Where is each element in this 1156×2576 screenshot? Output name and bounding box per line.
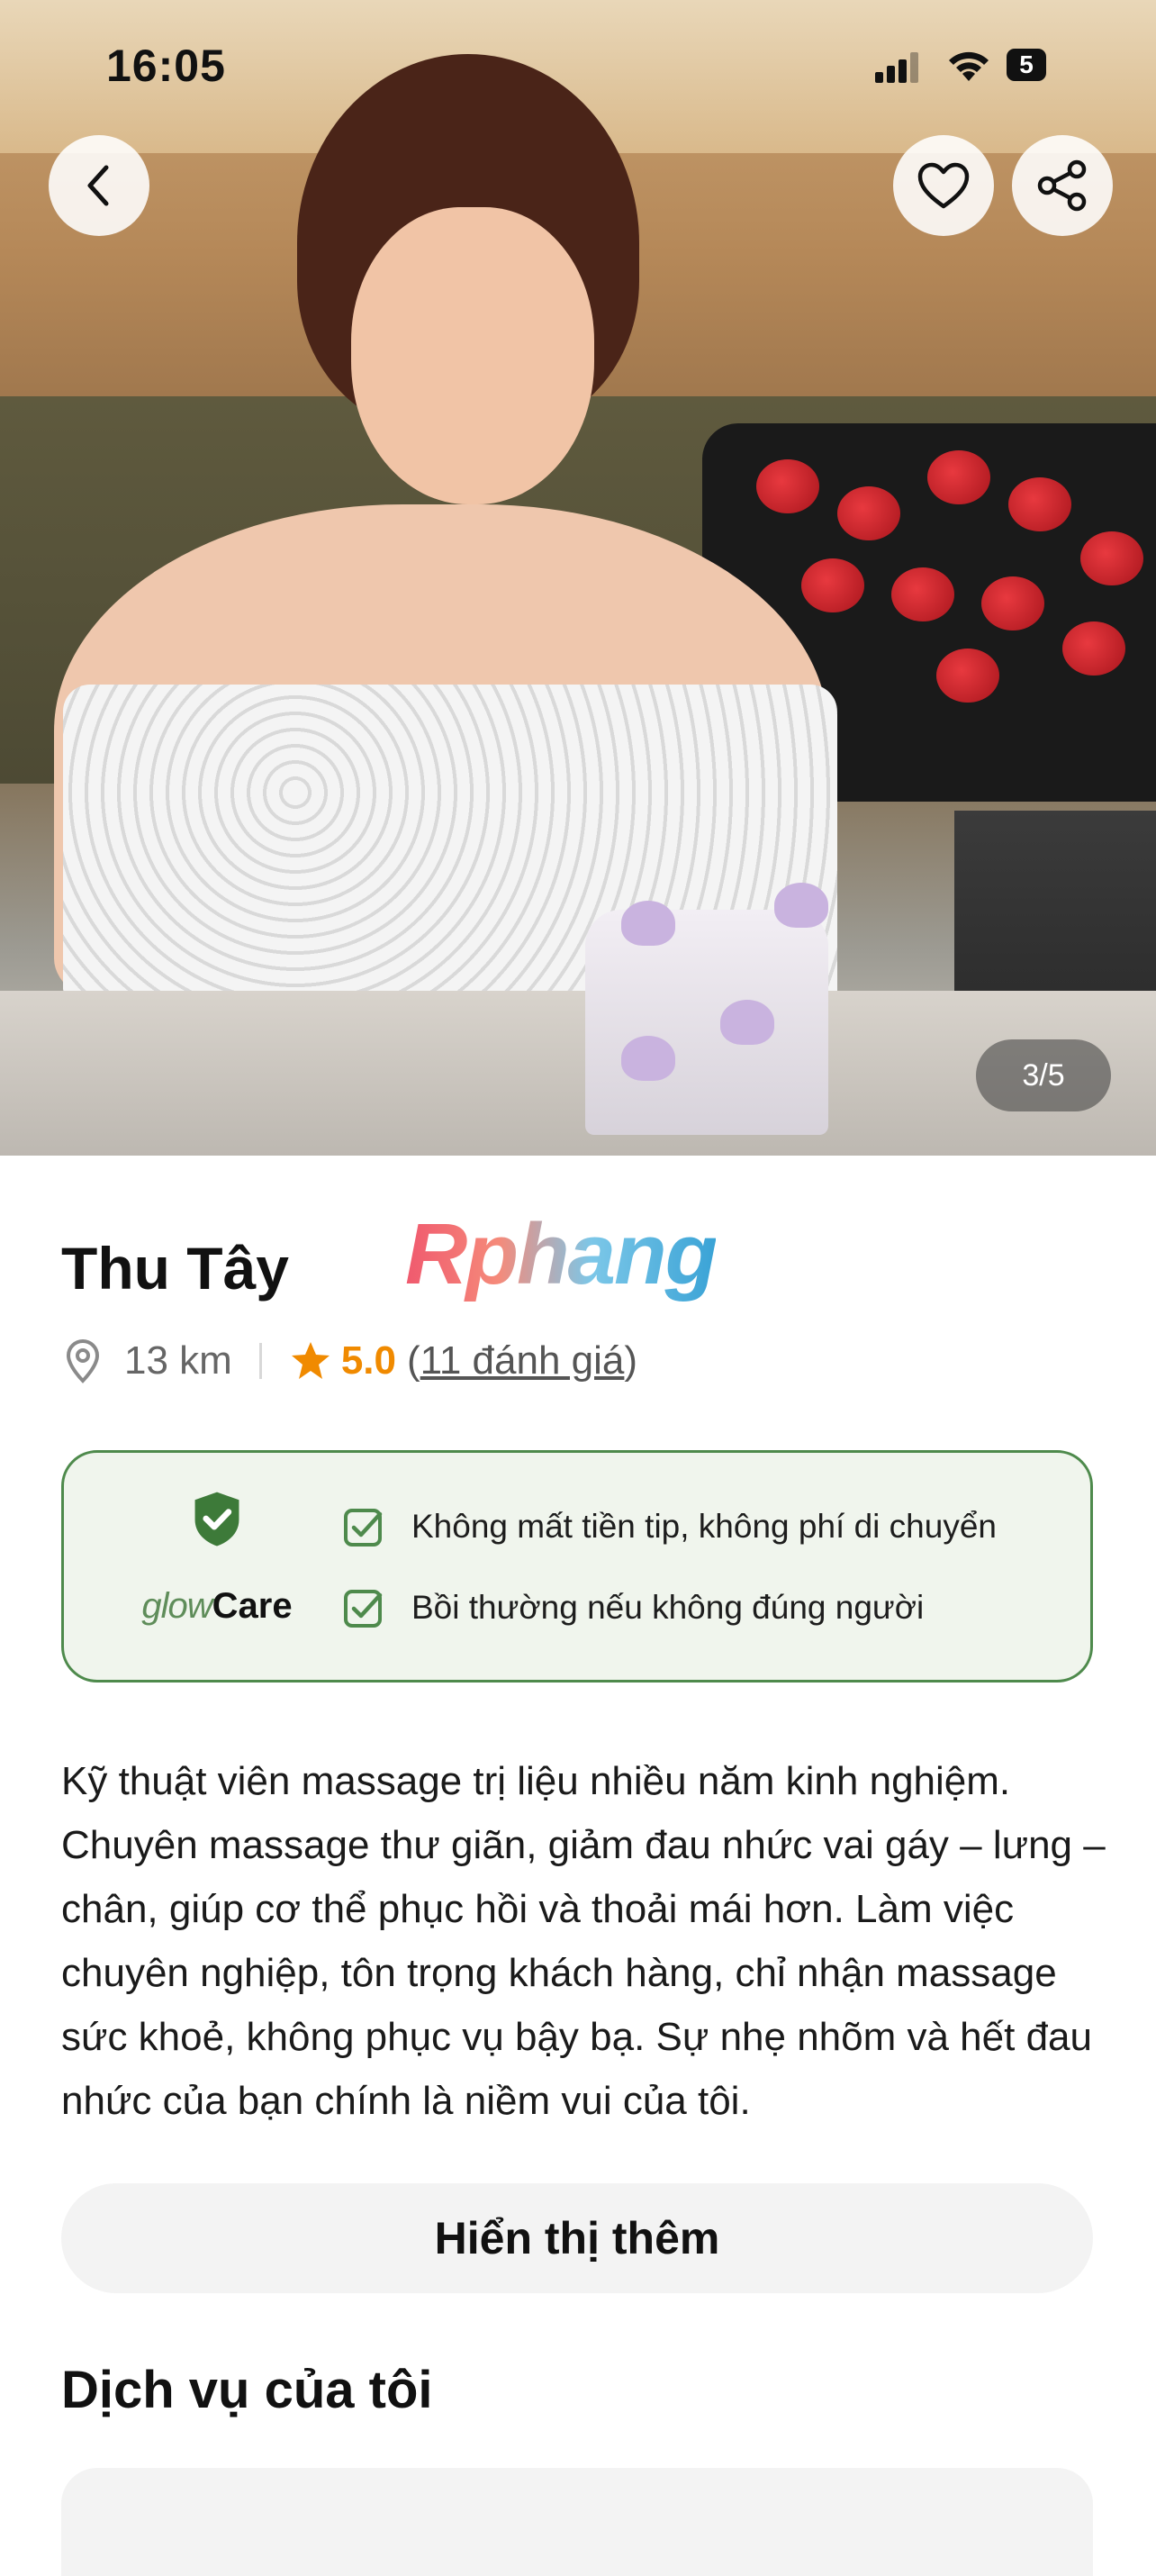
location-pin-icon bbox=[66, 1339, 100, 1383]
show-more-button[interactable]: Hiển thị thêm bbox=[61, 2183, 1093, 2293]
checkbox-icon bbox=[344, 1509, 383, 1547]
checkbox-icon bbox=[344, 1590, 383, 1628]
status-bar: 16:05 5 bbox=[0, 0, 1156, 126]
shield-check-icon bbox=[194, 1492, 239, 1547]
glow-care-logo: glowCare bbox=[127, 1586, 307, 1627]
care-benefit-item: Bồi thường nếu không đúng người bbox=[343, 1581, 924, 1635]
glow-care-box: glowCare Không mất tiền tip, không phí d… bbox=[61, 1450, 1093, 1683]
back-button[interactable] bbox=[49, 135, 149, 236]
back-icon bbox=[87, 165, 109, 206]
care-benefit-text: Không mất tiền tip, không phí di chuyển bbox=[411, 1508, 997, 1545]
rating-value: 5.0 bbox=[340, 1338, 396, 1383]
star-icon bbox=[291, 1342, 330, 1379]
reviews-close-paren: ) bbox=[624, 1338, 638, 1383]
distance-text: 13 km bbox=[124, 1338, 232, 1383]
share-icon bbox=[1037, 159, 1087, 212]
cellular-signal-icon bbox=[875, 52, 920, 83]
battery-icon: 5 bbox=[1007, 49, 1046, 81]
share-button[interactable] bbox=[1012, 135, 1113, 236]
services-section-title: Dịch vụ của tôi bbox=[61, 2361, 433, 2419]
bio-section: Kỹ thuật viên massage trị liệu nhiều năm… bbox=[61, 1749, 1106, 2133]
watermark-logo: Rphang bbox=[405, 1206, 718, 1302]
glow-care-logo-glow: glow bbox=[141, 1586, 212, 1626]
profile-meta-row: 13 km 5.0 ( 11 đánh giá ) bbox=[61, 1329, 637, 1392]
glow-care-logo-care: Care bbox=[212, 1586, 293, 1626]
status-time: 16:05 bbox=[106, 41, 226, 91]
care-benefit-text: Bồi thường nếu không đúng người bbox=[411, 1589, 925, 1626]
bio-text: Kỹ thuật viên massage trị liệu nhiều năm… bbox=[61, 1759, 1106, 2123]
profile-name: Thu Tây bbox=[61, 1235, 290, 1302]
wifi-icon bbox=[949, 51, 989, 81]
reviews-link[interactable]: 11 đánh giá bbox=[420, 1338, 625, 1383]
favorite-button[interactable] bbox=[893, 135, 994, 236]
service-card[interactable] bbox=[61, 2468, 1093, 2576]
heart-icon bbox=[917, 162, 970, 209]
care-benefit-item: Không mất tiền tip, không phí di chuyển bbox=[343, 1500, 997, 1554]
reviews-open-paren: ( bbox=[407, 1338, 420, 1383]
meta-divider bbox=[258, 1343, 262, 1379]
photo-cake bbox=[585, 910, 828, 1135]
photo-counter: 3/5 bbox=[976, 1039, 1111, 1111]
